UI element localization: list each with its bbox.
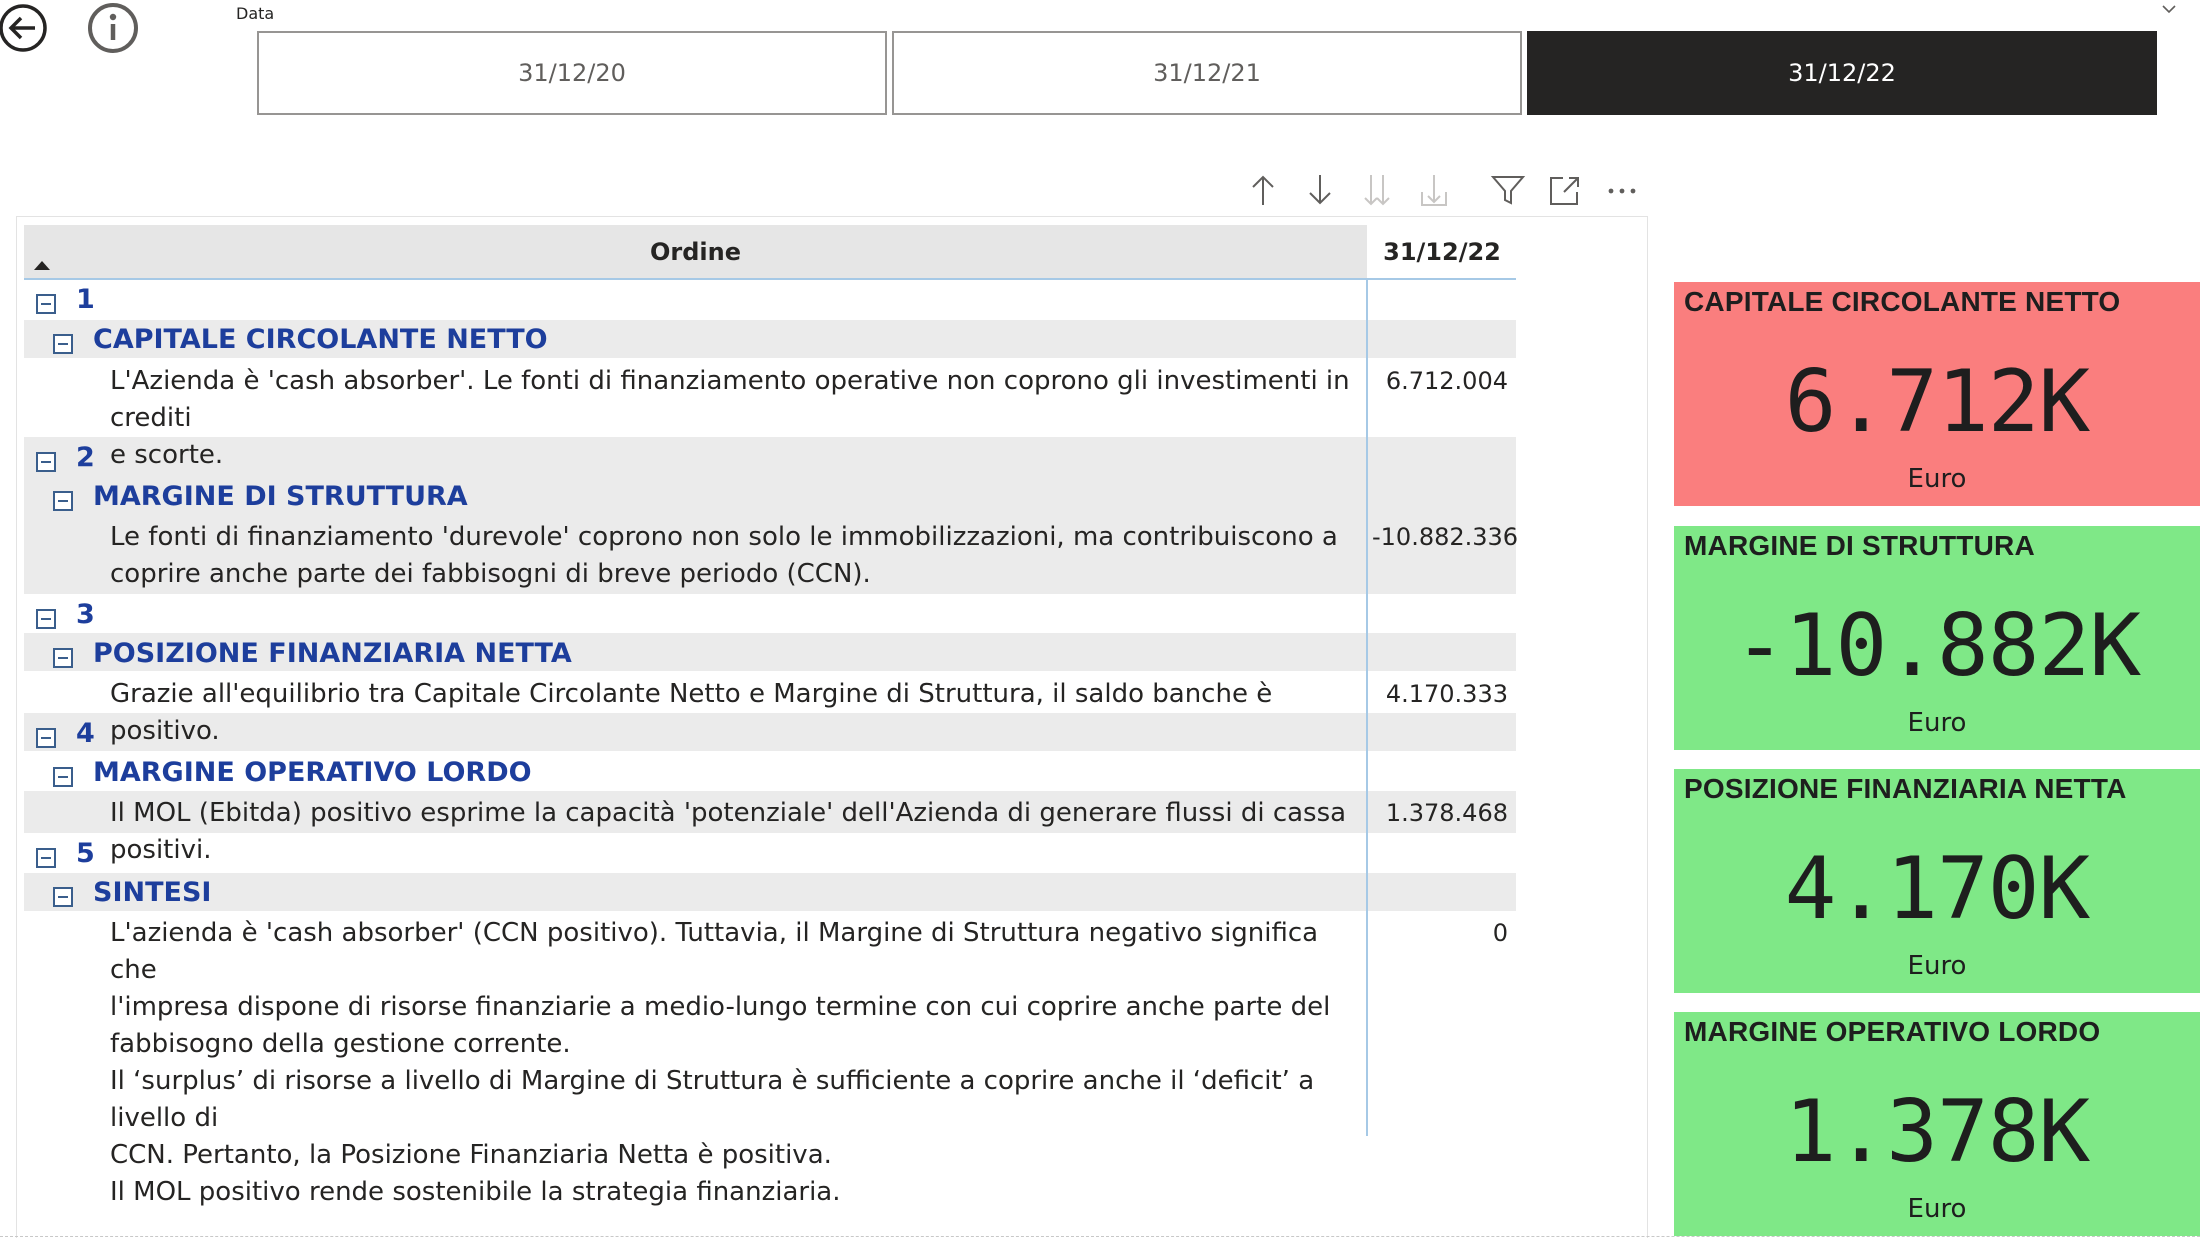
- collapse-toggle-icon[interactable]: [53, 887, 73, 907]
- card-value: 6.712K: [1784, 352, 2091, 452]
- column-divider: [1366, 280, 1368, 1136]
- card-unit: Euro: [1907, 1194, 1967, 1224]
- kpi-card-posizione-finanziaria: POSIZIONE FINANZIARIA NETTA 4.170K Euro: [1674, 769, 2200, 993]
- filter-button[interactable]: [1490, 172, 1526, 208]
- slicer-title: Data: [236, 4, 275, 23]
- info-icon: [88, 3, 138, 53]
- collapse-toggle-icon[interactable]: [36, 452, 56, 472]
- collapse-toggle-icon[interactable]: [36, 609, 56, 629]
- expand-level-button[interactable]: [1416, 172, 1452, 208]
- group-title: MARGINE DI STRUTTURA: [93, 481, 468, 512]
- focus-mode-icon: [1550, 177, 1579, 205]
- group-number: 4: [76, 718, 95, 749]
- drill-up-button[interactable]: [1245, 172, 1281, 208]
- go-to-next-level-icon: [1364, 175, 1390, 206]
- group-title: POSIZIONE FINANZIARIA NETTA: [93, 638, 572, 669]
- card-title: CAPITALE CIRCOLANTE NETTO: [1684, 286, 2121, 317]
- drill-up-icon: [1252, 175, 1274, 205]
- group-value: -10.882.336: [1372, 523, 1519, 551]
- drill-down-button[interactable]: [1302, 172, 1338, 208]
- group-description: Le fonti di finanziamento 'durevole' cop…: [110, 522, 1338, 589]
- group-number: 2: [76, 442, 95, 473]
- card-value: -10.882K: [1733, 596, 2141, 696]
- slicer-option-2022[interactable]: 31/12/22: [1527, 31, 2157, 115]
- card-value: 1.378K: [1784, 1082, 2091, 1182]
- group-value: 6.712.004: [1385, 367, 1508, 395]
- drill-down-icon: [1309, 175, 1331, 205]
- filter-icon: [1490, 176, 1526, 205]
- card-unit: Euro: [1907, 951, 1967, 981]
- back-arrow-icon: [0, 4, 47, 52]
- collapse-toggle-icon[interactable]: [53, 767, 73, 787]
- collapse-toggle-icon[interactable]: [53, 334, 73, 354]
- group-title: MARGINE OPERATIVO LORDO: [93, 757, 532, 788]
- chevron-down-icon[interactable]: [2160, 2, 2178, 16]
- header-underline: [24, 278, 1516, 280]
- collapse-toggle-icon[interactable]: [36, 728, 56, 748]
- page-boundary: [0, 1236, 2200, 1238]
- group-number: 1: [76, 284, 95, 315]
- column-header-date[interactable]: 31/12/22: [1368, 225, 1516, 279]
- card-value: 4.170K: [1784, 839, 2091, 939]
- group-description: Grazie all'equilibrio tra Capitale Circo…: [110, 679, 1273, 746]
- more-options-button[interactable]: [1604, 172, 1640, 208]
- group-number: 3: [76, 599, 95, 630]
- card-title: POSIZIONE FINANZIARIA NETTA: [1684, 773, 2127, 804]
- back-button[interactable]: [0, 0, 50, 54]
- group-number: 5: [76, 838, 95, 869]
- collapse-toggle-icon[interactable]: [53, 491, 73, 511]
- collapse-toggle-icon[interactable]: [53, 648, 73, 668]
- kpi-card-capitale-circolante: CAPITALE CIRCOLANTE NETTO 6.712K Euro: [1674, 282, 2200, 506]
- table-row: [24, 873, 1516, 911]
- collapse-toggle-icon[interactable]: [36, 848, 56, 868]
- card-unit: Euro: [1907, 464, 1967, 494]
- group-value: 4.170.333: [1385, 680, 1508, 708]
- group-description: L'azienda è 'cash absorber' (CCN positiv…: [110, 918, 1331, 1207]
- group-description: Il MOL (Ebitda) positivo esprime la capa…: [110, 798, 1347, 865]
- group-value: 1.378.468: [1385, 799, 1508, 827]
- slicer-option-2021[interactable]: 31/12/21: [892, 31, 1522, 115]
- kpi-card-margine-struttura: MARGINE DI STRUTTURA -10.882K Euro: [1674, 526, 2200, 750]
- table-row: [24, 286, 1516, 320]
- group-value: 0: [1492, 919, 1508, 947]
- info-button[interactable]: [86, 0, 140, 54]
- card-title: MARGINE DI STRUTTURA: [1684, 530, 2035, 561]
- card-unit: Euro: [1907, 708, 1967, 738]
- expand-next-level-icon: [1421, 175, 1447, 206]
- card-title: MARGINE OPERATIVO LORDO: [1684, 1016, 2101, 1047]
- collapse-toggle-icon[interactable]: [36, 294, 56, 314]
- column-header-ordine[interactable]: Ordine: [24, 225, 1367, 279]
- group-description: L'Azienda è 'cash absorber'. Le fonti di…: [110, 366, 1350, 470]
- focus-mode-button[interactable]: [1547, 172, 1583, 208]
- more-options-icon: [1608, 188, 1636, 194]
- next-level-button[interactable]: [1359, 172, 1395, 208]
- kpi-card-margine-operativo: MARGINE OPERATIVO LORDO 1.378K Euro: [1674, 1012, 2200, 1236]
- sort-ascending-icon[interactable]: [34, 261, 50, 270]
- group-title: CAPITALE CIRCOLANTE NETTO: [93, 324, 548, 355]
- group-title: SINTESI: [93, 877, 212, 908]
- slicer-option-2020[interactable]: 31/12/20: [257, 31, 887, 115]
